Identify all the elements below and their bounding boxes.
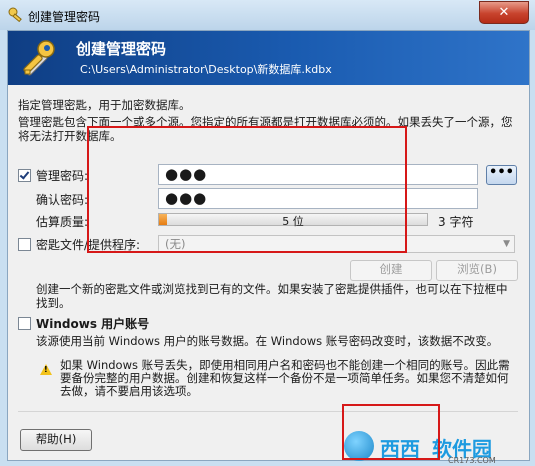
windows-account-checkbox[interactable]: [18, 317, 31, 330]
title-bar: 创建管理密码 ✕: [0, 0, 535, 30]
browse-keyfile-label: 浏览(B): [457, 262, 497, 276]
create-keyfile-label: 创建: [379, 262, 403, 276]
help-button-label: 帮助(H): [35, 432, 77, 446]
header-banner: 创建管理密码 C:\Users\Administrator\Desktop\新数…: [8, 31, 529, 85]
keyfile-description: 创建一个新的密匙文件或浏览找到已有的文件。如果安装了密匙提供插件，也可以在下拉框…: [36, 282, 508, 310]
help-button[interactable]: 帮助(H): [20, 429, 92, 451]
warning-icon-mark: !: [44, 365, 48, 374]
reveal-password-button[interactable]: •••: [486, 165, 517, 185]
master-password-checkbox[interactable]: [18, 169, 31, 182]
create-keyfile-button[interactable]: 创建: [350, 260, 432, 281]
quality-label: 估算质量:: [36, 215, 89, 229]
footer-divider: [18, 411, 518, 412]
keyfile-checkbox[interactable]: [18, 238, 31, 251]
master-password-label: 管理密码:: [36, 169, 89, 183]
windows-account-description: 该源使用当前 Windows 用户的账号数据。在 Windows 账号密码改变时…: [36, 334, 499, 348]
confirm-password-label: 确认密码:: [36, 193, 89, 207]
close-button[interactable]: ✕: [479, 1, 529, 24]
browse-keyfile-button[interactable]: 浏览(B): [436, 260, 518, 281]
annotation-box-ok: [342, 404, 440, 460]
dialog-client: 创建管理密码 C:\Users\Administrator\Desktop\新数…: [7, 30, 530, 465]
chevron-down-icon: ▼: [503, 239, 510, 249]
watermark-url: CR173.COM: [448, 456, 496, 465]
windows-account-label: Windows 用户账号: [36, 317, 150, 331]
banner-title: 创建管理密码: [76, 40, 167, 58]
windows-account-warning: 如果 Windows 账号丢失，即使用相同用户名和密码也不能创建一个相同的账号。…: [60, 358, 510, 398]
database-path: C:\Users\Administrator\Desktop\新数据库.kdbx: [80, 63, 332, 76]
intro-text: 指定管理密匙，用于加密数据库。: [18, 98, 191, 112]
window-title: 创建管理密码: [28, 10, 101, 24]
annotation-box-password: [87, 126, 407, 253]
key-icon: [23, 40, 55, 76]
quality-char-count: 3 字符: [438, 215, 474, 229]
app-key-icon: [8, 7, 22, 23]
